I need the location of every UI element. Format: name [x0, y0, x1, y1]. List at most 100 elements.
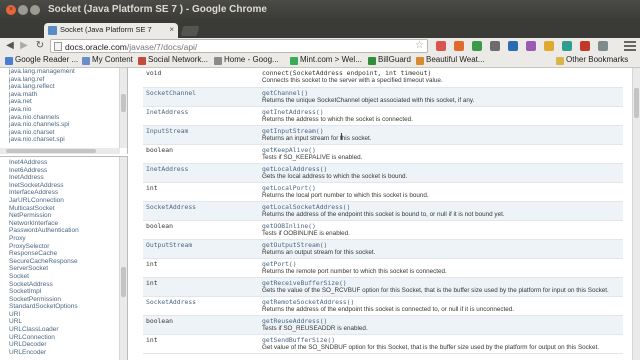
packages-h-scrollbar[interactable]	[0, 148, 120, 154]
extension-icon[interactable]	[490, 41, 500, 51]
class-link[interactable]: URLDecoder	[9, 341, 79, 349]
close-tab-icon[interactable]: ×	[169, 25, 174, 34]
tab-socket[interactable]: Socket (Java Platform SE 7 ×	[44, 23, 178, 38]
method-name-link[interactable]: getLocalSocketAddress()	[262, 203, 620, 211]
class-link[interactable]: MulticastSocket	[9, 205, 79, 213]
class-link[interactable]: StandardSocketOptions	[9, 303, 79, 311]
method-row: boolean getReuseAddress() Tests if SO_REUS…	[143, 315, 623, 335]
method-name-link[interactable]: getReuseAddress()	[262, 317, 620, 325]
method-name-link[interactable]: getOutputStream()	[262, 241, 620, 249]
class-link[interactable]: SecureCacheResponse	[9, 258, 79, 266]
class-link[interactable]: URLConnection	[9, 334, 79, 342]
class-link[interactable]: Inet4Address	[9, 159, 79, 167]
bookmark-item[interactable]: Google Reader ...	[5, 55, 78, 67]
extension-icon[interactable]	[598, 41, 608, 51]
method-signature-cell: getLocalAddress() Gets the local address …	[259, 163, 623, 183]
package-link[interactable]: java.nio.channels	[9, 114, 75, 122]
class-link[interactable]: URI	[9, 311, 79, 319]
forward-arrow-icon[interactable]: ▶	[18, 40, 30, 52]
chrome-menu-icon[interactable]	[624, 41, 636, 51]
package-link[interactable]: java.lang.management	[9, 68, 75, 76]
method-name-link[interactable]: getChannel()	[262, 89, 620, 97]
package-link[interactable]: java.nio.channels.spi	[9, 121, 75, 129]
method-return-type[interactable]: InputStream	[143, 125, 259, 145]
class-link[interactable]: NetworkInterface	[9, 220, 79, 228]
method-return-type[interactable]: OutputStream	[143, 239, 259, 259]
class-link[interactable]: PasswordAuthentication	[9, 227, 79, 235]
class-link[interactable]: InterfaceAddress	[9, 189, 79, 197]
class-link[interactable]: SocketImpl	[9, 288, 79, 296]
class-link[interactable]: InetAddress	[9, 174, 79, 182]
back-arrow-icon[interactable]: ◀	[4, 40, 16, 52]
extension-icon[interactable]	[472, 41, 482, 51]
method-name-link[interactable]: getRemoteSocketAddress()	[262, 298, 620, 306]
method-name-link[interactable]: getInetAddress()	[262, 108, 620, 116]
bookmark-item[interactable]: My Content	[82, 55, 133, 67]
extension-icon[interactable]	[436, 41, 446, 51]
package-link[interactable]: java.lang.ref	[9, 76, 75, 84]
extension-icon[interactable]	[562, 41, 572, 51]
method-name-link[interactable]: getPort()	[262, 260, 620, 268]
class-link[interactable]: ResponseCache	[9, 250, 79, 258]
class-link[interactable]: SocketAddress	[9, 281, 79, 289]
class-link[interactable]: NetPermission	[9, 212, 79, 220]
method-name-link[interactable]: getInputStream()	[262, 127, 620, 135]
class-link[interactable]: ProxySelector	[9, 243, 79, 251]
class-link[interactable]: URLClassLoader	[9, 326, 79, 334]
class-link[interactable]: Inet6Address	[9, 167, 79, 175]
method-summary-content: void connect(SocketAddress endpoint, int …	[129, 68, 640, 360]
method-name-link[interactable]: connect(SocketAddress endpoint, int time…	[262, 69, 620, 77]
classes-scrollbar[interactable]	[119, 157, 127, 360]
method-name-link[interactable]: getLocalAddress()	[262, 165, 620, 173]
package-link[interactable]: java.lang.reflect	[9, 83, 75, 91]
extension-icon[interactable]	[526, 41, 536, 51]
class-link[interactable]: Socket	[9, 273, 79, 281]
package-link[interactable]: java.nio.charset	[9, 129, 75, 137]
bookmark-item[interactable]: Mint.com > Wel...	[290, 55, 362, 67]
method-return-type[interactable]: SocketAddress	[143, 296, 259, 316]
packages-scrollbar[interactable]	[119, 68, 127, 148]
class-link[interactable]: InetSocketAddress	[9, 182, 79, 190]
package-link[interactable]: java.nio	[9, 106, 75, 114]
method-return-type[interactable]: SocketChannel	[143, 87, 259, 107]
bookmark-star-icon[interactable]: ☆	[415, 40, 424, 51]
package-link[interactable]: java.net	[9, 98, 75, 106]
extension-icon[interactable]	[580, 41, 590, 51]
address-bar[interactable]: docs.oracle.com/javase/7/docs/api/ ☆	[50, 39, 428, 53]
maximize-window-button[interactable]	[30, 5, 40, 15]
bookmark-item[interactable]: Social Network...	[138, 55, 208, 67]
extension-icon[interactable]	[544, 41, 554, 51]
other-bookmarks[interactable]: Other Bookmarks	[556, 55, 628, 67]
method-name-link[interactable]: getLocalPort()	[262, 184, 620, 192]
class-link[interactable]: URL	[9, 318, 79, 326]
package-link[interactable]: java.math	[9, 91, 75, 99]
method-name-link[interactable]: getKeepAlive()	[262, 146, 620, 154]
method-row: int getSendBufferSize() Get value of the S…	[143, 334, 623, 354]
package-link[interactable]: java.nio.charset.spi	[9, 136, 75, 144]
class-link[interactable]: URLEncoder	[9, 349, 79, 357]
method-signature-cell: getOutputStream() Returns an output strea…	[259, 239, 623, 259]
extension-icon[interactable]	[454, 41, 464, 51]
content-scrollbar[interactable]	[632, 68, 640, 360]
extension-icon[interactable]	[508, 41, 518, 51]
class-list: Inet4Address Inet6Address InetAddress InetS…	[9, 159, 79, 356]
bookmark-item[interactable]: BillGuard	[368, 55, 411, 67]
method-name-link[interactable]: getOOBInline()	[262, 222, 620, 230]
method-description: Returns the unique SocketChannel object …	[262, 96, 475, 104]
close-window-button[interactable]: ×	[6, 5, 16, 15]
bookmark-item[interactable]: Home - Goog...	[214, 55, 279, 67]
method-name-link[interactable]: getReceiveBufferSize()	[262, 279, 620, 287]
method-name-link[interactable]: getSendBufferSize()	[262, 336, 620, 344]
bookmark-item[interactable]: Beautiful Weat...	[416, 55, 485, 67]
method-return-type[interactable]: SocketAddress	[143, 201, 259, 221]
class-link[interactable]: SocketPermission	[9, 296, 79, 304]
class-link[interactable]: Proxy	[9, 235, 79, 243]
class-link[interactable]: ServerSocket	[9, 265, 79, 273]
new-tab-button[interactable]	[180, 26, 200, 36]
method-return-type[interactable]: InetAddress	[143, 163, 259, 183]
method-row: boolean getKeepAlive() Tests if SO_KEEPALI…	[143, 144, 623, 164]
reload-icon[interactable]: ↻	[34, 40, 46, 52]
class-link[interactable]: JarURLConnection	[9, 197, 79, 205]
minimize-window-button[interactable]	[18, 5, 28, 15]
method-return-type[interactable]: InetAddress	[143, 106, 259, 126]
